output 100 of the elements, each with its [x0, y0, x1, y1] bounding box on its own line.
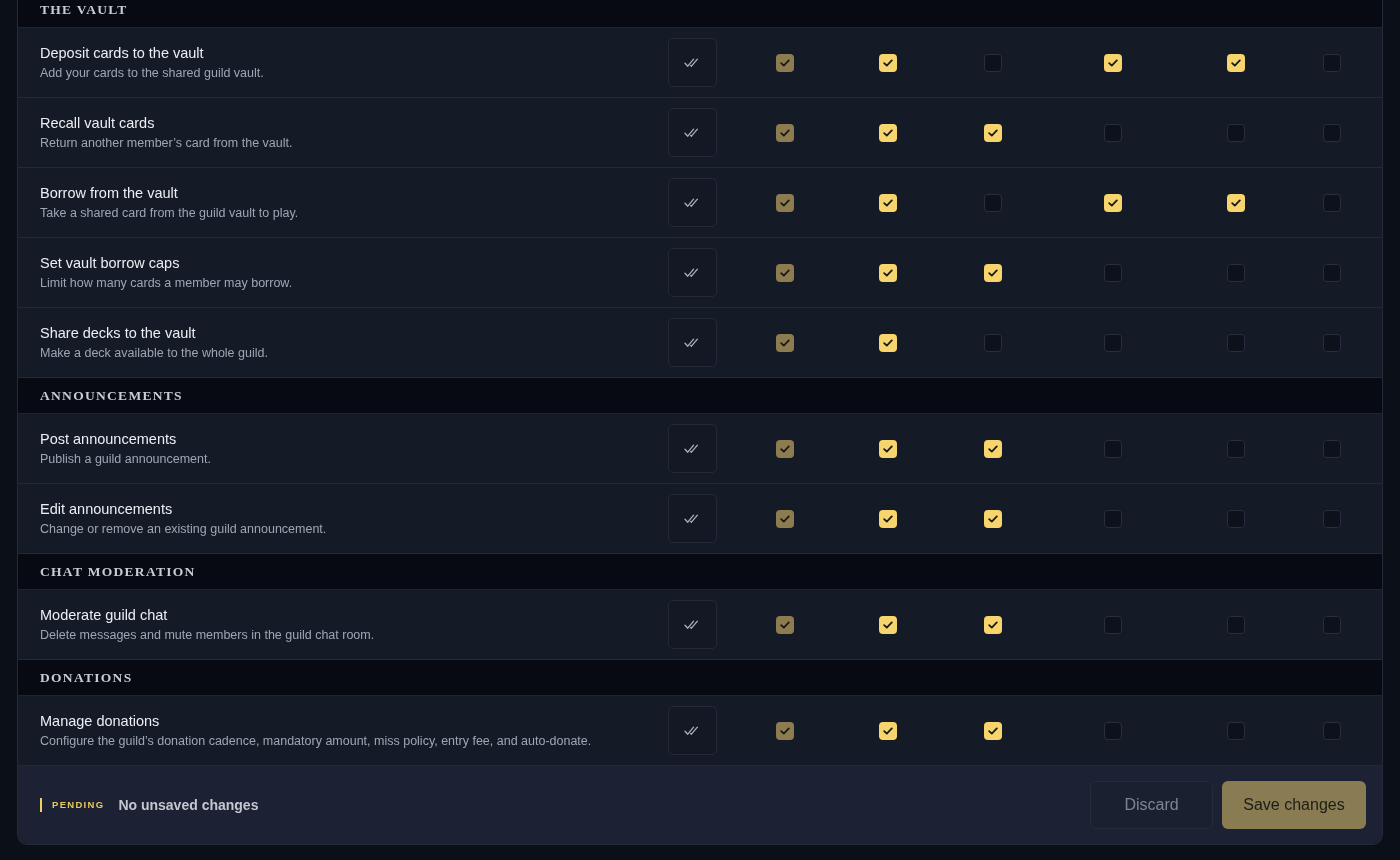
check-icon — [780, 268, 790, 277]
checkbox[interactable] — [1323, 721, 1341, 740]
check-icon — [780, 198, 790, 207]
checkbox[interactable] — [1323, 333, 1341, 352]
checkbox[interactable] — [984, 721, 1002, 740]
checkbox[interactable] — [984, 193, 1002, 212]
check-all-button[interactable] — [667, 600, 717, 649]
check-icon — [883, 58, 893, 67]
checkbox[interactable] — [1323, 193, 1341, 212]
checkbox[interactable] — [984, 615, 1002, 634]
check-all-button[interactable] — [667, 318, 717, 367]
check-icon — [780, 58, 790, 67]
check-all-button[interactable] — [667, 178, 717, 227]
check-icon — [883, 444, 893, 453]
checkbox[interactable] — [1104, 333, 1122, 352]
checkbox[interactable] — [879, 193, 897, 212]
permission-description: Return another member’s card from the vault. — [40, 136, 293, 150]
checkbox[interactable] — [1323, 615, 1341, 634]
check-icon — [780, 620, 790, 629]
check-icon — [883, 268, 893, 277]
checkbox[interactable] — [1323, 123, 1341, 142]
checkbox[interactable] — [984, 439, 1002, 458]
double-check-icon — [684, 619, 700, 630]
checkbox[interactable] — [1104, 263, 1122, 282]
checkbox[interactable] — [1323, 53, 1341, 72]
checkbox[interactable] — [984, 53, 1002, 72]
checkbox[interactable] — [879, 721, 897, 740]
check-icon — [780, 726, 790, 735]
check-icon — [988, 620, 998, 629]
section-title: THE VAULT — [40, 1, 128, 18]
check-icon — [883, 128, 893, 137]
permission-description: Publish a guild announcement. — [40, 452, 211, 466]
permission-description: Make a deck available to the whole guild. — [40, 346, 268, 360]
permission-title: Moderate guild chat — [40, 607, 168, 623]
checkbox[interactable] — [1227, 509, 1245, 528]
checkbox[interactable] — [1227, 193, 1245, 212]
check-icon — [780, 338, 790, 347]
permission-title: Deposit cards to the vault — [40, 45, 204, 61]
checkbox[interactable] — [984, 509, 1002, 528]
checkbox[interactable] — [879, 123, 897, 142]
check-icon — [1108, 198, 1118, 207]
checkbox[interactable] — [879, 263, 897, 282]
check-all-button[interactable] — [667, 424, 717, 473]
checkbox[interactable] — [1104, 193, 1122, 212]
checkbox[interactable] — [1104, 123, 1122, 142]
permission-description: Add your cards to the shared guild vault. — [40, 66, 264, 80]
permission-title: Borrow from the vault — [40, 185, 178, 201]
check-icon — [780, 444, 790, 453]
check-icon — [988, 726, 998, 735]
checkbox[interactable] — [1227, 53, 1245, 72]
permission-description: Change or remove an existing guild announcement. — [40, 522, 327, 536]
check-all-button[interactable] — [667, 494, 717, 543]
check-all-button[interactable] — [667, 108, 717, 157]
checkbox[interactable] — [1227, 333, 1245, 352]
check-icon — [883, 198, 893, 207]
check-icon — [883, 726, 893, 735]
double-check-icon — [684, 127, 700, 138]
double-check-icon — [684, 267, 700, 278]
permission-title: Recall vault cards — [40, 115, 155, 131]
status-label: PENDING — [40, 798, 105, 812]
check-icon — [988, 268, 998, 277]
checkbox[interactable] — [879, 439, 897, 458]
checkbox[interactable] — [1227, 123, 1245, 142]
double-check-icon — [684, 57, 700, 68]
checkbox[interactable] — [1104, 439, 1122, 458]
check-all-button[interactable] — [667, 38, 717, 87]
section-title: CHAT MODERATION — [40, 563, 196, 580]
permission-title: Set vault borrow caps — [40, 255, 180, 271]
checkbox[interactable] — [1323, 439, 1341, 458]
checkbox[interactable] — [1227, 721, 1245, 740]
check-all-button[interactable] — [667, 248, 717, 297]
check-icon — [883, 338, 893, 347]
checkbox[interactable] — [879, 333, 897, 352]
permission-description: Configure the guild’s donation cadence, mandatory amount, miss policy, entry fee, and auto-donate. — [40, 734, 592, 748]
checkbox[interactable] — [1104, 509, 1122, 528]
checkbox[interactable] — [879, 509, 897, 528]
permission-description: Take a shared card from the guild vault to play. — [40, 206, 299, 220]
checkbox[interactable] — [1227, 439, 1245, 458]
checkbox[interactable] — [984, 263, 1002, 282]
checkbox[interactable] — [1104, 53, 1122, 72]
double-check-icon — [684, 513, 700, 524]
checkbox[interactable] — [984, 123, 1002, 142]
checkbox[interactable] — [1323, 263, 1341, 282]
check-icon — [988, 444, 998, 453]
checkbox[interactable] — [1104, 721, 1122, 740]
check-icon — [780, 514, 790, 523]
checkbox[interactable] — [879, 53, 897, 72]
checkbox[interactable] — [879, 615, 897, 634]
checkbox[interactable] — [1227, 615, 1245, 634]
checkbox[interactable] — [1227, 263, 1245, 282]
check-all-button[interactable] — [667, 706, 717, 755]
double-check-icon — [684, 725, 700, 736]
check-icon — [883, 620, 893, 629]
check-icon — [883, 514, 893, 523]
double-check-icon — [684, 197, 700, 208]
checkbox[interactable] — [1323, 509, 1341, 528]
check-icon — [780, 128, 790, 137]
checkbox[interactable] — [984, 333, 1002, 352]
permission-title: Manage donations — [40, 713, 160, 729]
checkbox[interactable] — [1104, 615, 1122, 634]
